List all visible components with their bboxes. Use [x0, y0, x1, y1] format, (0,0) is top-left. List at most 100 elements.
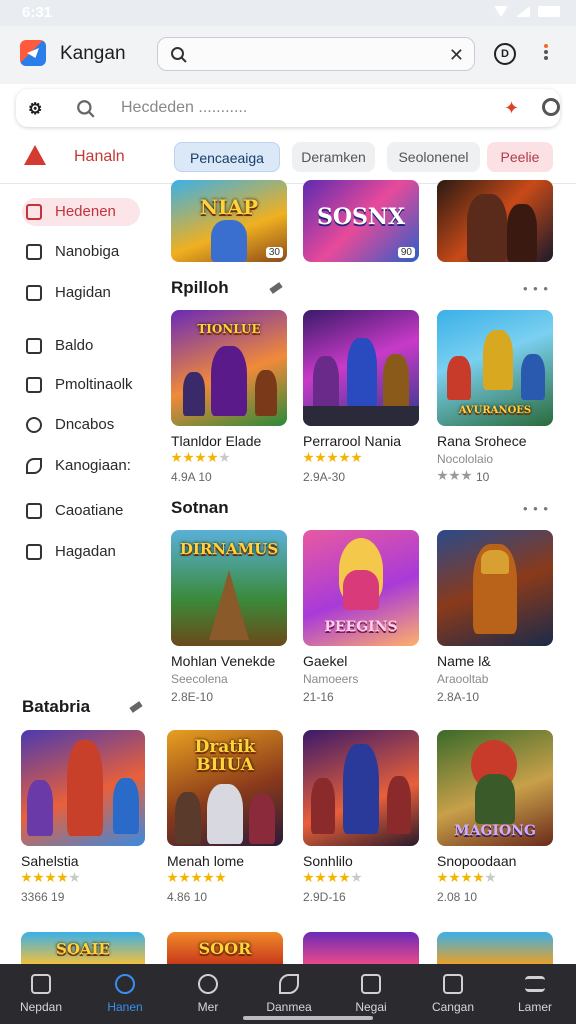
game-art-title: TIONLUE — [197, 322, 261, 336]
game-card[interactable]: Name l& Araooltab 2.8A-10 — [437, 530, 553, 704]
voice-icon[interactable]: ✦ — [504, 98, 519, 119]
game-subtitle: Namoeers — [303, 672, 359, 686]
game-card[interactable]: Dratik BIIUA Menah lome 4.86 10 — [167, 730, 283, 904]
game-meta: 10 — [437, 470, 553, 484]
game-card[interactable] — [303, 932, 419, 964]
game-meta: 4.9A 10 — [171, 470, 212, 484]
sidebar-item-label: Dncabos — [55, 416, 115, 433]
bookmark-icon — [26, 204, 42, 220]
nav-item-1[interactable]: Nepdan — [0, 964, 82, 1024]
nav-item-2[interactable]: Hanen — [84, 964, 166, 1024]
game-thumbnail: SOAIE — [21, 932, 145, 964]
game-card[interactable]: PEEGINS Gaekel Namoeers 21-16 — [303, 530, 419, 704]
game-thumbnail: Dratik BIIUA — [167, 730, 283, 846]
rating-stars — [303, 452, 419, 466]
game-art-title: MAGIONG — [454, 823, 536, 839]
game-card[interactable]: Sonhlilo 2.9D-16 — [303, 730, 419, 904]
menu-icon — [525, 976, 545, 992]
nav-item-6[interactable]: Cangan — [412, 964, 494, 1024]
game-meta: 3366 19 — [21, 890, 65, 904]
game-card[interactable] — [437, 932, 553, 964]
top-search-field[interactable]: ✕ — [157, 37, 475, 71]
search-placeholder: Hecdeden ........... — [121, 99, 248, 116]
sidebar-item-label: Baldo — [55, 337, 94, 354]
sidebar-item-3[interactable]: Hagidan — [22, 279, 150, 307]
game-meta: 2.08 10 — [437, 890, 478, 904]
game-subtitle: Seecolena — [171, 672, 228, 686]
sidebar-item-6[interactable]: Dncabos — [22, 411, 150, 439]
profile-icon[interactable]: D — [494, 43, 516, 65]
sidebar-item-label: Pmoltinaolk — [55, 376, 133, 393]
game-thumbnail — [303, 730, 419, 846]
game-title: Perrarool Nania — [303, 433, 402, 449]
game-thumbnail — [21, 730, 145, 846]
game-title: Name l& — [437, 653, 491, 669]
game-card[interactable]: DIRNAMUS Mohlan Venekde Seecolena 2.8E-1… — [171, 530, 287, 704]
game-art-title: SOAIE — [56, 940, 110, 958]
section-title: Batabria — [22, 697, 91, 716]
leaf-icon — [26, 458, 42, 474]
sidebar-item-label: Caoatiane — [55, 502, 124, 519]
sidebar-item-7[interactable]: Kanogiaan: — [22, 452, 150, 480]
game-card[interactable]: TIONLUE Tlanldor Elade 4.9A 10 — [171, 310, 287, 484]
nav-item-5[interactable]: Negai — [330, 964, 412, 1024]
game-card[interactable]: SOOR — [167, 932, 283, 964]
home-indicator[interactable] — [243, 1016, 373, 1020]
sidebar-item-5[interactable]: Pmoltinaolk — [22, 371, 150, 399]
clear-icon[interactable]: ✕ — [449, 46, 464, 64]
pin-icon[interactable] — [269, 282, 283, 294]
nav-label: Negai — [355, 1000, 387, 1014]
sidebar-item-2[interactable]: Nanobiga — [22, 238, 150, 266]
game-card[interactable]: MAGIONG Snopoodaan 2.08 10 — [437, 730, 553, 904]
game-card[interactable]: Perrarool Nania 2.9A-30 — [303, 310, 419, 484]
main-search-bar[interactable]: ⚙ Hecdeden ........... ✦ — [16, 89, 560, 127]
game-art-title: SOSNX — [316, 204, 406, 230]
game-thumbnail: NIAP 30 — [171, 180, 287, 262]
game-card[interactable]: NIAP 30 — [171, 180, 287, 262]
game-thumbnail — [437, 180, 553, 262]
game-card[interactable]: Sahelstia 3366 19 — [21, 730, 145, 904]
game-thumbnail — [437, 530, 553, 646]
clock-icon — [26, 417, 42, 433]
game-card[interactable]: SOAIE — [21, 932, 145, 964]
more-options-icon[interactable] — [540, 42, 552, 66]
game-card[interactable] — [437, 180, 553, 262]
sidebar-item-label: Hagidan — [55, 284, 111, 301]
nav-item-4[interactable]: Danmea — [248, 964, 330, 1024]
more-icon[interactable]: • • • — [523, 281, 549, 296]
sidebar-item-8[interactable]: Caoatiane — [22, 497, 150, 525]
game-thumbnail: MAGIONG — [437, 730, 553, 846]
rating-stars — [21, 872, 145, 886]
game-title: Menah lome — [167, 853, 245, 869]
gallery-icon — [443, 974, 463, 994]
section-title: Sotnan — [171, 498, 229, 517]
game-card[interactable]: AVURANOES Rana Srohece Nocololaio 10 — [437, 310, 553, 484]
leaf-icon — [279, 974, 299, 994]
search-icon — [198, 974, 218, 994]
nav-item-7[interactable]: Lamer — [494, 964, 576, 1024]
chip-1[interactable]: Pencaeaiga — [174, 142, 280, 172]
chip-2[interactable]: Deramken — [292, 142, 375, 172]
app-logo-icon[interactable] — [20, 40, 46, 66]
pin-icon[interactable] — [129, 701, 143, 713]
section-title: Rpilloh — [171, 278, 229, 297]
chip-4[interactable]: Peelie — [487, 142, 553, 172]
sidebar-item-4[interactable]: Baldo — [22, 332, 150, 360]
brand-logo-icon — [24, 145, 46, 165]
lens-icon[interactable] — [542, 98, 560, 116]
nav-item-3[interactable]: Mer — [167, 964, 249, 1024]
chip-3[interactable]: Seolonenel — [387, 142, 480, 172]
sidebar-item-9[interactable]: Hagadan — [22, 538, 150, 566]
game-thumbnail: TIONLUE — [171, 310, 287, 426]
game-card[interactable]: SOSNX 90 — [303, 180, 419, 262]
top-bar: Kangan ✕ D — [0, 26, 576, 84]
game-title: Snopoodaan — [437, 853, 517, 869]
rating-stars — [171, 452, 287, 466]
sidebar-item-label: Kanogiaan: — [55, 457, 131, 474]
game-badge: 30 — [265, 247, 283, 258]
settings-icon[interactable]: ⚙ — [28, 99, 42, 119]
game-title: Rana Srohece — [437, 433, 527, 449]
game-art-title: PEEGINS — [324, 619, 398, 635]
sidebar-item-1[interactable]: Hedenen — [22, 198, 140, 226]
more-icon[interactable]: • • • — [523, 501, 549, 516]
